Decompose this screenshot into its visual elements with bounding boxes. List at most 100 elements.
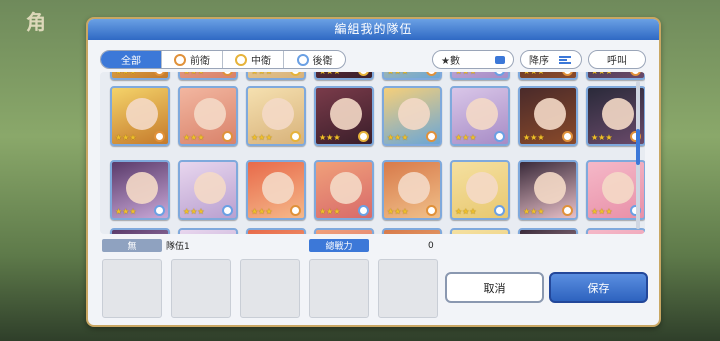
middle-role-icon [290,72,301,76]
star-rating: ★★★ [523,72,545,76]
back-role-icon [494,131,505,142]
middle-role-icon [358,131,369,142]
character-card[interactable]: ★★★ [246,86,306,146]
call-button[interactable]: 呼叫 [588,50,646,69]
star-rating: ★★★ [591,133,613,142]
character-portrait [398,172,430,204]
sort-key-icon [495,55,505,64]
character-portrait [262,98,294,130]
sort-order-button[interactable]: 降序 [520,50,582,69]
front-role-icon [426,131,437,142]
character-card[interactable]: ★★★ [110,160,170,220]
character-card[interactable]: ★★★ [586,228,645,234]
tab-all-label: 全部 [121,56,141,67]
character-card[interactable]: ★★★ [178,72,238,80]
dialog-title: 編組我的隊伍 [88,19,659,40]
front-role-icon [562,72,573,76]
character-card[interactable]: ★★★ [246,228,306,234]
character-card[interactable]: ★★★ [314,160,374,220]
character-card[interactable]: ★★★ [586,72,645,80]
character-row: ★★★ ★★★ ★★★ ★★★ ★★★ ★★★ ★★★ ★★★ [110,160,645,220]
sort-key-label: ★數 [441,56,460,67]
front-role-icon [562,131,573,142]
character-card[interactable]: ★★★ [518,228,578,234]
star-rating: ★★★ [387,72,409,76]
tab-all[interactable]: 全部 [101,51,162,68]
tab-front[interactable]: 前衛 [162,51,223,68]
character-card[interactable]: ★★★ [450,86,510,146]
character-portrait [398,98,430,130]
character-card[interactable]: ★★★ [382,86,442,146]
tab-back-label: 後衛 [312,56,333,67]
star-rating: ★★★ [183,133,205,142]
team-slot[interactable] [171,259,231,318]
character-card[interactable]: ★★★ [246,72,306,80]
character-portrait [534,98,566,130]
character-card[interactable]: ★★★ [178,228,238,234]
sort-key-button[interactable]: ★數 [432,50,514,69]
character-grid[interactable]: ★★★ ★★★ ★★★ ★★★ ★★★ ★★★ ★★★ ★★★ ★★★ ★★★ ★★★ ★★★ ★★★… [100,72,645,234]
star-rating: ★★★ [251,133,273,142]
character-card[interactable]: ★★★ [450,228,510,234]
star-rating: ★★★ [251,207,273,216]
character-row-partial: ★★★ ★★★ ★★★ ★★★ ★★★ ★★★ ★★★ ★★★ [110,228,645,234]
character-card[interactable]: ★★★ [314,86,374,146]
star-rating: ★★★ [183,72,205,76]
tab-front-label: 前衛 [190,56,210,67]
tab-middle[interactable]: 中衛 [223,51,284,68]
character-card[interactable]: ★★★ [518,72,578,80]
star-rating: ★★★ [455,72,477,76]
sort-order-label: 降序 [529,56,549,67]
star-rating: ★★★ [523,133,545,142]
front-role-icon [562,205,573,216]
character-card[interactable]: ★★★ [110,86,170,146]
team-slot[interactable] [102,259,162,318]
tab-back[interactable]: 後衛 [284,51,345,68]
grid-scroll-thumb[interactable] [636,129,640,165]
front-role-icon [426,205,437,216]
star-rating: ★★★ [591,72,613,76]
front-role-icon [154,72,165,76]
character-card[interactable]: ★★★ [178,160,238,220]
character-card[interactable]: ★★★ [110,72,170,80]
character-card[interactable]: ★★★ [518,86,578,146]
character-card[interactable]: ★★★ [450,72,510,80]
character-card[interactable]: ★★★ [382,72,442,80]
front-role-icon [154,131,165,142]
character-card[interactable]: ★★★ [382,228,442,234]
cancel-button[interactable]: 取消 [445,272,544,303]
character-card[interactable]: ★★★ [382,160,442,220]
character-card[interactable]: ★★★ [314,228,374,234]
role-filter-tabs: 全部 前衛 中衛 後衛 [100,50,346,69]
character-card[interactable]: ★★★ [450,160,510,220]
character-portrait [330,98,362,130]
team-name: 隊伍1 [166,242,190,252]
character-card[interactable]: ★★★ [178,86,238,146]
team-slot[interactable] [240,259,300,318]
total-power-value: 0 [428,240,434,251]
front-role-icon [630,72,641,76]
background-logo: 角 [26,10,46,34]
team-slot[interactable] [309,259,369,318]
star-rating: ★★★ [455,133,477,142]
character-portrait [126,172,158,204]
character-card[interactable]: ★★★ [518,160,578,220]
team-slot[interactable] [378,259,438,318]
front-role-icon [290,205,301,216]
back-role-icon [154,205,165,216]
team-edit-dialog: 編組我的隊伍 全部 前衛 中衛 後衛 ★數 降序 呼叫 ★★★ ★★★ ★★★ ★★★… [86,17,661,327]
character-portrait [194,172,226,204]
character-portrait [534,172,566,204]
middle-role-icon [235,53,247,66]
character-card[interactable]: ★★★ [314,72,374,80]
front-role-icon [222,72,233,76]
character-portrait [602,172,634,204]
character-card[interactable]: ★★★ [110,228,170,234]
call-label: 呼叫 [607,56,627,67]
front-role-icon [426,72,437,76]
save-button[interactable]: 保存 [549,272,648,303]
front-role-icon [174,53,186,66]
character-card[interactable]: ★★★ [246,160,306,220]
back-role-icon [494,72,505,76]
back-role-icon [358,205,369,216]
